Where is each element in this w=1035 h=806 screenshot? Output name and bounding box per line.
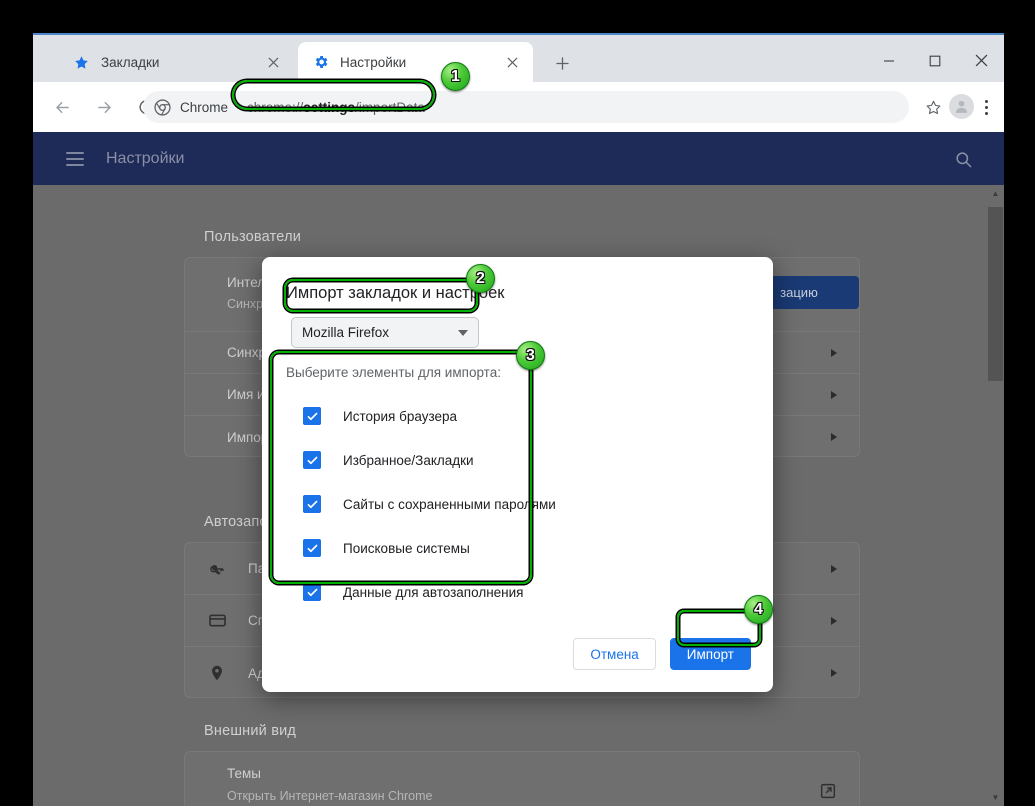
step-badge-2: 2 [466,264,495,293]
row-themes-sub: Открыть Интернет-магазин Chrome [227,789,433,803]
browser-window: Закладки Настройки Chrome chrome://setti… [33,33,1004,806]
minimize-icon[interactable] [866,37,912,84]
gear-icon [312,54,329,71]
checkbox-history[interactable] [303,407,321,425]
star-icon [73,54,90,71]
tab-strip: Закладки Настройки [33,35,1004,82]
chevron-right-icon [831,433,837,441]
list-item[interactable]: Сайты с сохраненными паролями [291,482,556,526]
omnibox-url: chrome://settings/importData [238,100,434,115]
omnibox-url-suffix: /importData [355,99,425,115]
chevron-right-icon [831,348,837,357]
import-source-select[interactable]: Mozilla Firefox [291,317,479,348]
external-link-icon[interactable] [819,782,837,800]
omnibox-url-prefix: chrome:// [247,99,304,115]
checkbox-history-label: История браузера [343,408,458,424]
omnibox-url-wrap[interactable]: chrome://settings/importData [238,93,434,121]
card-appearance: Темы Открыть Интернет-магазин Chrome [184,751,860,806]
tab-bookmarks[interactable]: Закладки [59,42,294,82]
cancel-button[interactable]: Отмена [573,638,656,670]
list-item[interactable]: Поисковые системы [291,526,547,570]
settings-content-area: Пользователи Интеллект Синхрониз зацию С… [33,185,1004,806]
tab-settings-label: Настройки [340,54,407,70]
row-themes-label: Темы [227,766,261,781]
credit-card-icon [207,611,227,631]
kebab-dot-1 [984,99,988,103]
dialog-hint: Выберите элементы для импорта: [286,365,501,380]
search-icon[interactable] [952,148,974,170]
checkbox-passwords[interactable] [303,495,321,513]
profile-avatar-icon[interactable] [949,94,974,119]
row-themes[interactable]: Темы Открыть Интернет-магазин Chrome [185,752,859,806]
scroll-up-arrow-icon[interactable]: ▲ [987,185,1004,202]
tab-bookmarks-close-icon[interactable] [262,51,284,73]
forward-arrow-icon[interactable] [89,92,119,122]
window-controls [866,37,1004,84]
settings-content-inner: Пользователи Интеллект Синхрониз зацию С… [33,185,987,806]
chevron-right-icon [831,616,837,625]
import-items-list: История браузера Избранное/Закладки Сайт… [291,394,556,614]
maximize-icon[interactable] [912,37,958,84]
checkbox-bookmarks[interactable] [303,451,321,469]
chevron-right-icon [831,390,837,399]
checkbox-autofill[interactable] [303,583,321,601]
star-outline-icon[interactable] [919,93,947,121]
hamburger-line-1 [66,151,84,154]
location-pin-icon [207,663,227,683]
checkbox-passwords-label: Сайты с сохраненными паролями [343,496,556,512]
section-title-appearance: Внешний вид [204,723,297,739]
settings-header: Настройки [33,132,1004,185]
chevron-down-icon [458,329,468,336]
import-dialog: Импорт закладок и настроек Mozilla Firef… [262,257,773,692]
key-icon [207,559,227,579]
dialog-button-row: Отмена Импорт [573,638,751,670]
new-tab-button[interactable] [548,49,576,77]
checkbox-search-engines[interactable] [303,539,321,557]
page-title: Настройки [106,149,185,167]
vertical-scrollbar[interactable]: ▲ ▼ [987,185,1004,806]
tab-bookmarks-label: Закладки [101,54,160,70]
hamburger-icon[interactable] [66,151,84,166]
omnibox-url-bold: settings [303,99,356,115]
step-badge-4: 4 [744,595,773,624]
hamburger-line-2 [66,157,84,160]
scrollbar-thumb[interactable] [988,207,1003,381]
hamburger-line-3 [66,163,84,166]
chrome-logo-icon [154,98,171,116]
kebab-menu-icon[interactable] [973,93,999,121]
back-arrow-icon[interactable] [47,92,77,122]
section-title-users: Пользователи [204,229,302,245]
kebab-dot-3 [984,111,988,115]
tab-settings-close-icon[interactable] [501,51,523,73]
import-source-value: Mozilla Firefox [302,325,390,340]
list-item[interactable]: История браузера [291,394,547,438]
import-button[interactable]: Импорт [669,638,751,670]
kebab-dot-2 [984,105,988,109]
checkbox-autofill-label: Данные для автозаполнения [343,584,524,600]
omnibox-prefix: Chrome [180,99,229,115]
list-item[interactable]: Данные для автозаполнения [291,570,547,614]
step-badge-3: 3 [516,341,545,370]
chevron-right-icon [831,564,837,573]
omnibox[interactable]: Chrome chrome://settings/importData [143,91,909,123]
scroll-down-arrow-icon[interactable]: ▼ [987,789,1004,806]
list-item[interactable]: Избранное/Закладки [291,438,547,482]
checkbox-bookmarks-label: Избранное/Закладки [343,452,474,468]
step-badge-1: 1 [441,62,470,91]
checkbox-search-engines-label: Поисковые системы [343,540,470,556]
tab-settings[interactable]: Настройки [298,42,533,82]
close-icon[interactable] [958,37,1004,84]
navigation-bar: Chrome chrome://settings/importData [33,82,1004,132]
chevron-right-icon [831,669,837,677]
